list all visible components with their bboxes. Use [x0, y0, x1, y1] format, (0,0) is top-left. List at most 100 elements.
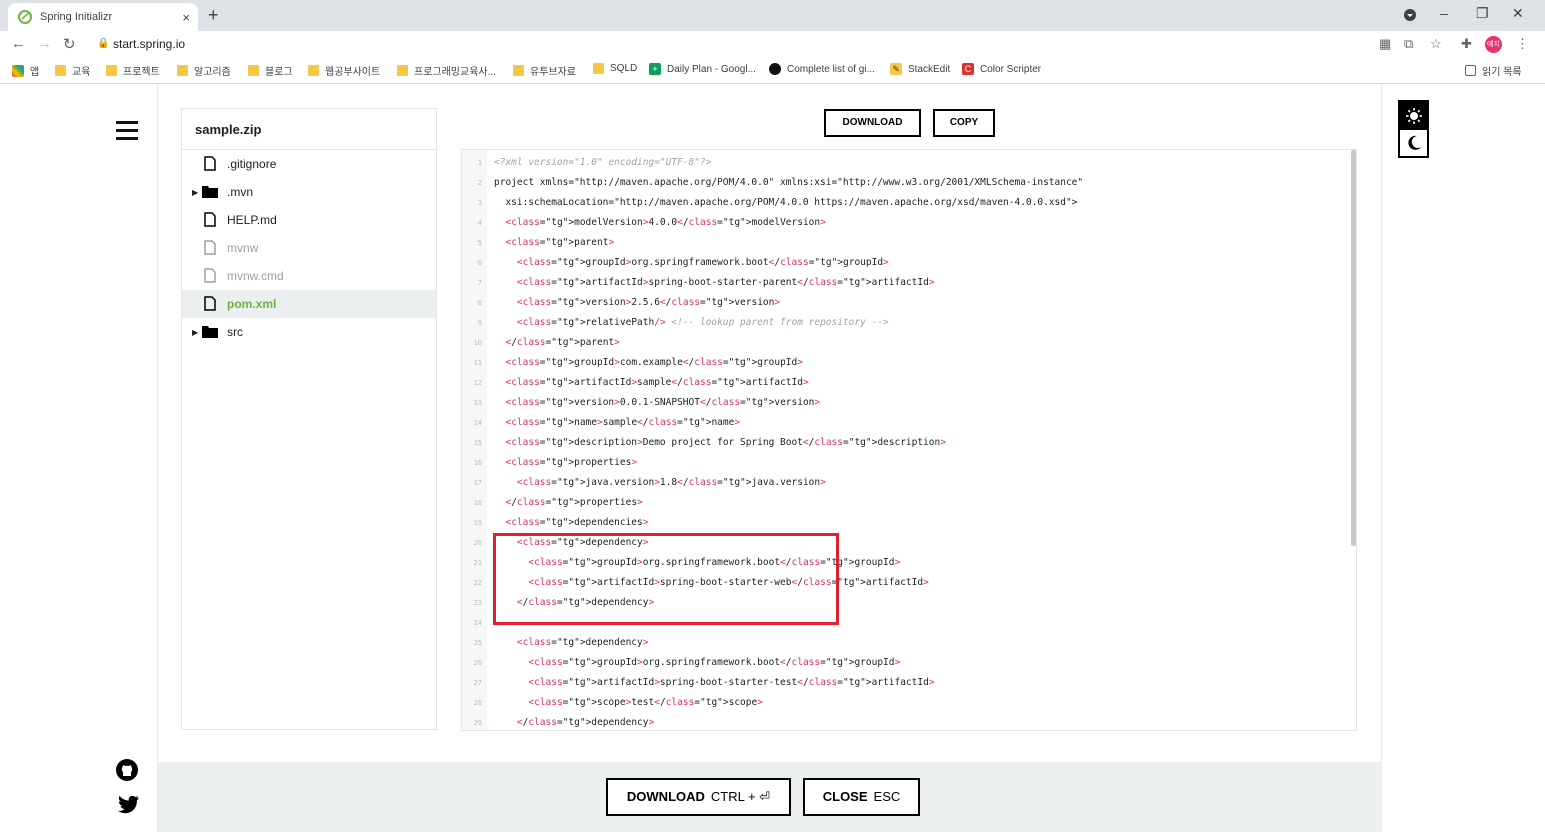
folder-icon: [513, 65, 524, 76]
bookmark-stackedit[interactable]: ✎ StackEdit: [890, 63, 950, 75]
light-theme-icon[interactable]: [1400, 102, 1427, 130]
tree-item-label: .mvn: [227, 185, 254, 199]
scrollbar[interactable]: [1351, 150, 1356, 546]
bookmark-label: Complete list of gi...: [787, 63, 875, 75]
line-number: 7: [477, 279, 482, 287]
code-viewer[interactable]: 1 <?xml version="1.0" encoding="UTF-8"?> 2…: [461, 149, 1357, 731]
page: sample.zip .gitignore ▶ .mvn HELP.md mvn…: [0, 85, 1545, 832]
tree-item-mvnw-cmd[interactable]: mvnw.cmd: [182, 262, 436, 290]
code-line: <class="tg">properties>: [505, 457, 638, 468]
back-icon[interactable]: ←: [11, 35, 26, 52]
twitter-icon[interactable]: [116, 795, 140, 815]
caret-right-icon[interactable]: ▶: [192, 188, 198, 197]
tree-item-label: mvnw: [227, 241, 259, 255]
bookmark-folder[interactable]: SQLD: [593, 63, 637, 74]
code-line: <class="tg">name>sample</class="tg">name…: [505, 417, 741, 428]
code-line: <?xml version="1.0" encoding="UTF-8"?>: [494, 157, 712, 168]
bookmark-daily-plan[interactable]: + Daily Plan - Googl...: [649, 63, 756, 75]
annotation-highlight-box: [493, 533, 839, 625]
window-close-icon[interactable]: ✕: [1512, 5, 1524, 22]
browser-toolbar: ← → ↻ 🔒 start.spring.io ▦ ⧉ ☆ ✚ 예지 ⋮: [0, 31, 1545, 58]
file-icon: [204, 268, 216, 283]
tree-item-label: src: [227, 325, 243, 339]
footer-bar: DOWNLOAD CTRL + ⏎ CLOSE ESC: [158, 762, 1381, 832]
tree-item-help-md[interactable]: HELP.md: [182, 206, 436, 234]
code-line: <class="tg">artifactId>sample</class="tg…: [505, 377, 809, 388]
folder-icon: [55, 65, 66, 76]
bookmark-folder[interactable]: 프로그래밍교육사...: [397, 63, 496, 78]
dark-theme-icon[interactable]: [1400, 130, 1427, 156]
forward-icon[interactable]: →: [37, 35, 52, 52]
code-line: </class="tg">parent>: [505, 337, 620, 348]
bookmarks-bar: 앱 교육 프로젝트 알고리즘 블로그 웹공부사이트 프로그래밍교육사... 유투…: [0, 58, 1545, 84]
theme-switcher[interactable]: [1398, 100, 1429, 158]
footer-close-label: CLOSE: [822, 789, 868, 804]
translate-icon[interactable]: ⧉: [1404, 36, 1413, 52]
line-number: 1: [477, 159, 482, 167]
folder-icon: [248, 65, 259, 76]
code-line: <class="tg">groupId>com.example</class="…: [505, 357, 803, 368]
line-number: 16: [473, 459, 482, 467]
reload-icon[interactable]: ↻: [63, 35, 76, 53]
minimize-icon[interactable]: –: [1440, 5, 1448, 21]
bookmark-folder[interactable]: 블로그: [248, 63, 293, 78]
extensions-icon[interactable]: ✚: [1461, 36, 1472, 52]
browser-tab[interactable]: Spring Initializr ×: [8, 3, 198, 31]
bookmark-apps[interactable]: 앱: [12, 63, 39, 78]
line-number: 4: [477, 219, 482, 227]
tree-item-label: .gitignore: [227, 157, 277, 171]
bookmark-label: Color Scripter: [980, 63, 1042, 75]
menu-kebab-icon[interactable]: ⋮: [1516, 36, 1529, 52]
spring-logo-icon: [18, 10, 32, 24]
bookmark-star-icon[interactable]: ☆: [1430, 36, 1442, 52]
restore-icon[interactable]: ❐: [1476, 5, 1489, 22]
apps-grid-icon: [12, 64, 24, 77]
tree-item-mvnw[interactable]: mvnw: [182, 234, 436, 262]
footer-download-button[interactable]: DOWNLOAD CTRL + ⏎: [606, 778, 791, 816]
tree-item-src[interactable]: ▶ src: [182, 318, 436, 346]
profile-avatar[interactable]: 예지: [1485, 36, 1502, 53]
qr-code-icon[interactable]: ▦: [1379, 36, 1391, 52]
line-number: 13: [473, 399, 482, 407]
tree-item-pom-xml[interactable]: pom.xml: [182, 290, 436, 318]
media-control-icon[interactable]: [1404, 8, 1416, 24]
address-bar[interactable]: start.spring.io: [113, 37, 185, 51]
file-icon: [204, 296, 216, 311]
tab-close-icon[interactable]: ×: [182, 10, 190, 25]
bookmark-color-scripter[interactable]: C Color Scripter: [962, 63, 1041, 75]
github-icon[interactable]: [116, 759, 138, 781]
reading-list[interactable]: 읽기 목록: [1465, 63, 1522, 78]
line-number: 27: [473, 679, 482, 687]
hamburger-menu-icon[interactable]: [116, 121, 138, 145]
lock-icon[interactable]: 🔒: [97, 38, 109, 49]
code-line: <class="tg">scope>test</class="tg">scope…: [528, 697, 763, 708]
bookmark-github[interactable]: Complete list of gi...: [769, 63, 875, 75]
code-line: <class="tg">modelVersion>4.0.0</class="t…: [505, 217, 826, 228]
folder-icon: [397, 65, 408, 76]
caret-right-icon[interactable]: ▶: [192, 328, 198, 337]
bookmark-folder[interactable]: 유투브자료: [513, 63, 576, 78]
code-line: <class="tg">version>0.0.1-SNAPSHOT</clas…: [505, 397, 821, 408]
bookmark-folder[interactable]: 프로젝트: [106, 63, 160, 78]
file-tree: sample.zip .gitignore ▶ .mvn HELP.md mvn…: [181, 108, 437, 730]
code-line: <class="tg">version>2.5.6</class="tg">ve…: [516, 297, 781, 308]
copy-button[interactable]: COPY: [933, 109, 995, 137]
code-line: <class="tg">dependency>: [516, 637, 649, 648]
tree-item-gitignore[interactable]: .gitignore: [182, 150, 436, 178]
code-line: project xmlns="http://maven.apache.org/P…: [494, 177, 1084, 188]
tree-item-mvn[interactable]: ▶ .mvn: [182, 178, 436, 206]
line-number: 8: [477, 299, 482, 307]
footer-close-button[interactable]: CLOSE ESC: [803, 778, 920, 816]
bookmark-folder[interactable]: 교육: [55, 63, 90, 78]
download-button[interactable]: DOWNLOAD: [824, 109, 921, 137]
color-scripter-icon: C: [962, 63, 974, 75]
new-tab-button[interactable]: +: [208, 5, 219, 26]
line-number: 9: [477, 319, 482, 327]
code-line: <class="tg">relativePath/> <!-- lookup p…: [516, 317, 889, 328]
code-line: <class="tg">groupId>org.springframework.…: [528, 657, 901, 668]
bookmark-folder[interactable]: 알고리즘: [177, 63, 231, 78]
bookmark-label: 프로그래밍교육사...: [414, 67, 496, 78]
bookmark-folder[interactable]: 웹공부사이트: [308, 63, 380, 78]
line-number: 26: [473, 659, 482, 667]
code-line: <class="tg">groupId>org.springframework.…: [516, 257, 889, 268]
